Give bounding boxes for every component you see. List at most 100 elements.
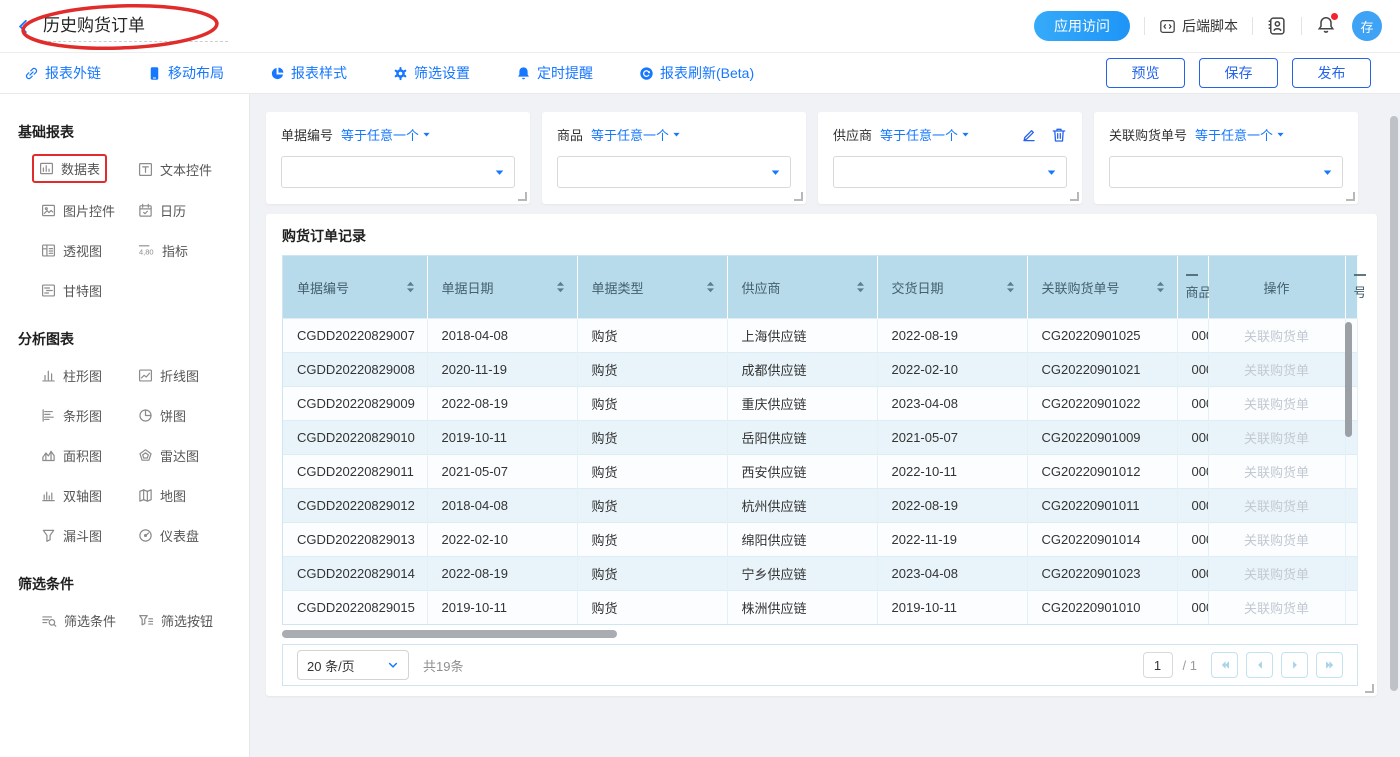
sort-icon[interactable] <box>1156 280 1165 294</box>
report-title-edit[interactable]: 历史购货订单 <box>43 11 228 42</box>
sidebar-item-bar-chart[interactable]: 条形图 <box>36 403 107 428</box>
sidebar-item-pie-chart[interactable]: 饼图 <box>133 403 191 428</box>
calendar-icon <box>138 203 153 218</box>
column-header[interactable]: 单据编号 <box>283 256 427 319</box>
related-po-action-link[interactable]: 关联购货单 <box>1208 387 1345 421</box>
sort-icon[interactable] <box>556 280 565 294</box>
filter-operator-dropdown[interactable]: 等于任意一个 <box>591 125 681 144</box>
filter-operator-dropdown[interactable]: 等于任意一个 <box>341 125 431 144</box>
prev-page-button[interactable] <box>1246 652 1273 678</box>
sidebar-item-label: 仪表盘 <box>160 526 199 545</box>
trash-icon[interactable] <box>1051 127 1067 143</box>
gantt-icon <box>41 283 56 298</box>
related-po-action-link[interactable]: 关联购货单 <box>1208 489 1345 523</box>
sidebar-item-data-table[interactable]: 数据表 <box>32 154 107 183</box>
sort-icon[interactable] <box>856 280 865 294</box>
sidebar-item-filter-condition[interactable]: 筛选条件 <box>36 608 121 633</box>
sort-icon[interactable] <box>706 280 715 294</box>
related-po-action-link[interactable]: 关联购货单 <box>1208 557 1345 591</box>
filter-operator-dropdown[interactable]: 等于任意一个 <box>880 125 970 144</box>
filter-card-related-po-no[interactable]: 关联购货单号等于任意一个 <box>1094 112 1358 204</box>
app-access-button[interactable]: 应用访问 <box>1034 11 1130 41</box>
table-vertical-scrollbar[interactable] <box>1345 322 1352 437</box>
table-cell: CG20220901021 <box>1027 353 1177 387</box>
related-po-action-link[interactable]: 关联购货单 <box>1208 421 1345 455</box>
widget-resize-handle[interactable] <box>518 192 527 201</box>
related-po-action-link[interactable]: 关联购货单 <box>1208 319 1345 353</box>
data-table: 单据编号单据日期单据类型供应商交货日期关联购货单号商品操作号 CGDD20220… <box>282 255 1358 625</box>
sort-icon[interactable] <box>406 280 415 294</box>
related-po-action-link[interactable]: 关联购货单 <box>1208 455 1345 489</box>
column-header[interactable]: 单据类型 <box>577 256 727 319</box>
filter-card-order-no[interactable]: 单据编号等于任意一个 <box>266 112 530 204</box>
widget-resize-handle[interactable] <box>1365 684 1374 693</box>
sidebar-item-map-chart[interactable]: 地图 <box>133 483 191 508</box>
gear-icon <box>393 66 408 81</box>
table-cell: 2023-04-08 <box>877 557 1027 591</box>
column-header[interactable]: 单据日期 <box>427 256 577 319</box>
filter-value-select[interactable] <box>833 156 1067 188</box>
filter-operator-dropdown[interactable]: 等于任意一个 <box>1195 125 1285 144</box>
related-po-action-link[interactable]: 关联购货单 <box>1208 591 1345 625</box>
save-button[interactable]: 保存 <box>1199 58 1278 88</box>
toolbar-right: 预览 保存 发布 <box>1106 58 1371 88</box>
sidebar-item-filter-button[interactable]: 筛选按钮 <box>133 608 218 633</box>
back-icon[interactable] <box>16 19 31 34</box>
filter-value-select[interactable] <box>1109 156 1343 188</box>
sidebar-item-gauge-chart[interactable]: 仪表盘 <box>133 523 204 548</box>
table-cell: 上海供应链 <box>727 319 877 353</box>
toolbar-item-mobile-layout[interactable]: 移动布局 <box>147 63 224 83</box>
pencil-icon[interactable] <box>1021 127 1037 143</box>
widget-resize-handle[interactable] <box>794 192 803 201</box>
widget-resize-handle[interactable] <box>1070 192 1079 201</box>
sidebar-item-gantt[interactable]: 甘特图 <box>36 278 107 303</box>
next-page-button[interactable] <box>1281 652 1308 678</box>
sort-icon[interactable] <box>1006 280 1015 294</box>
sidebar-item-funnel-chart[interactable]: 漏斗图 <box>36 523 107 548</box>
column-header-label: 单据类型 <box>592 278 644 297</box>
filter-value-select[interactable] <box>281 156 515 188</box>
related-po-action-link[interactable]: 关联购货单 <box>1208 523 1345 557</box>
table-horizontal-scrollbar[interactable] <box>282 630 617 638</box>
page-size-select[interactable]: 20 条/页 <box>297 650 409 680</box>
column-header[interactable]: 供应商 <box>727 256 877 319</box>
related-po-action-link[interactable]: 关联购货单 <box>1208 353 1345 387</box>
filter-card-header: 单据编号等于任意一个 <box>281 125 515 144</box>
preview-button[interactable]: 预览 <box>1106 58 1185 88</box>
sidebar-item-pivot-table[interactable]: 透视图 <box>36 238 107 263</box>
first-page-button[interactable] <box>1211 652 1238 678</box>
toolbar-item-timed-reminder[interactable]: 定时提醒 <box>516 63 593 83</box>
page-number-input[interactable] <box>1143 652 1173 678</box>
sidebar-item-calendar[interactable]: 日历 <box>133 198 191 223</box>
sidebar-item-dual-axis-chart[interactable]: 双轴图 <box>36 483 107 508</box>
backend-script-button[interactable]: 后端脚本 <box>1159 16 1238 36</box>
sidebar-section-title: 基础报表 <box>18 122 249 142</box>
filter-value-select[interactable] <box>557 156 791 188</box>
filter-card-supplier[interactable]: 供应商等于任意一个 <box>818 112 1082 204</box>
notifications-button[interactable] <box>1316 15 1336 38</box>
table-cell-partial: 000 <box>1177 591 1208 625</box>
widget-resize-handle[interactable] <box>1346 192 1355 201</box>
chevron-down-icon <box>387 659 399 671</box>
last-page-button[interactable] <box>1316 652 1343 678</box>
sidebar-item-line-chart[interactable]: 折线图 <box>133 363 204 388</box>
data-table-widget[interactable]: 购货订单记录 单据编号单据日期单据类型供应商交货日期关联购货单号商品操作号 CG… <box>266 214 1377 696</box>
filter-card-product[interactable]: 商品等于任意一个 <box>542 112 806 204</box>
publish-button[interactable]: 发布 <box>1292 58 1371 88</box>
sidebar-item-metric[interactable]: 4,80指标 <box>133 238 193 263</box>
column-header[interactable]: 关联购货单号 <box>1027 256 1177 319</box>
sidebar-item-radar-chart[interactable]: 雷达图 <box>133 443 204 468</box>
toolbar-item-report-link[interactable]: 报表外链 <box>24 63 101 83</box>
toolbar-item-report-style[interactable]: 报表样式 <box>270 63 347 83</box>
canvas-scrollbar[interactable] <box>1390 116 1398 691</box>
sidebar-item-area-chart[interactable]: 面积图 <box>36 443 107 468</box>
toolbar-item-filter-settings[interactable]: 筛选设置 <box>393 63 470 83</box>
contacts-icon[interactable] <box>1267 16 1287 36</box>
table-row: CGDD202208290092022-08-19购货重庆供应链2023-04-… <box>283 387 1357 421</box>
sidebar-item-text-widget[interactable]: 文本控件 <box>133 156 217 183</box>
sidebar-item-image-widget[interactable]: 图片控件 <box>36 198 120 223</box>
avatar[interactable]: 存 <box>1352 11 1382 41</box>
sidebar-item-column-chart[interactable]: 柱形图 <box>36 363 107 388</box>
toolbar-item-report-refresh[interactable]: 报表刷新(Beta) <box>639 63 754 83</box>
column-header[interactable]: 交货日期 <box>877 256 1027 319</box>
